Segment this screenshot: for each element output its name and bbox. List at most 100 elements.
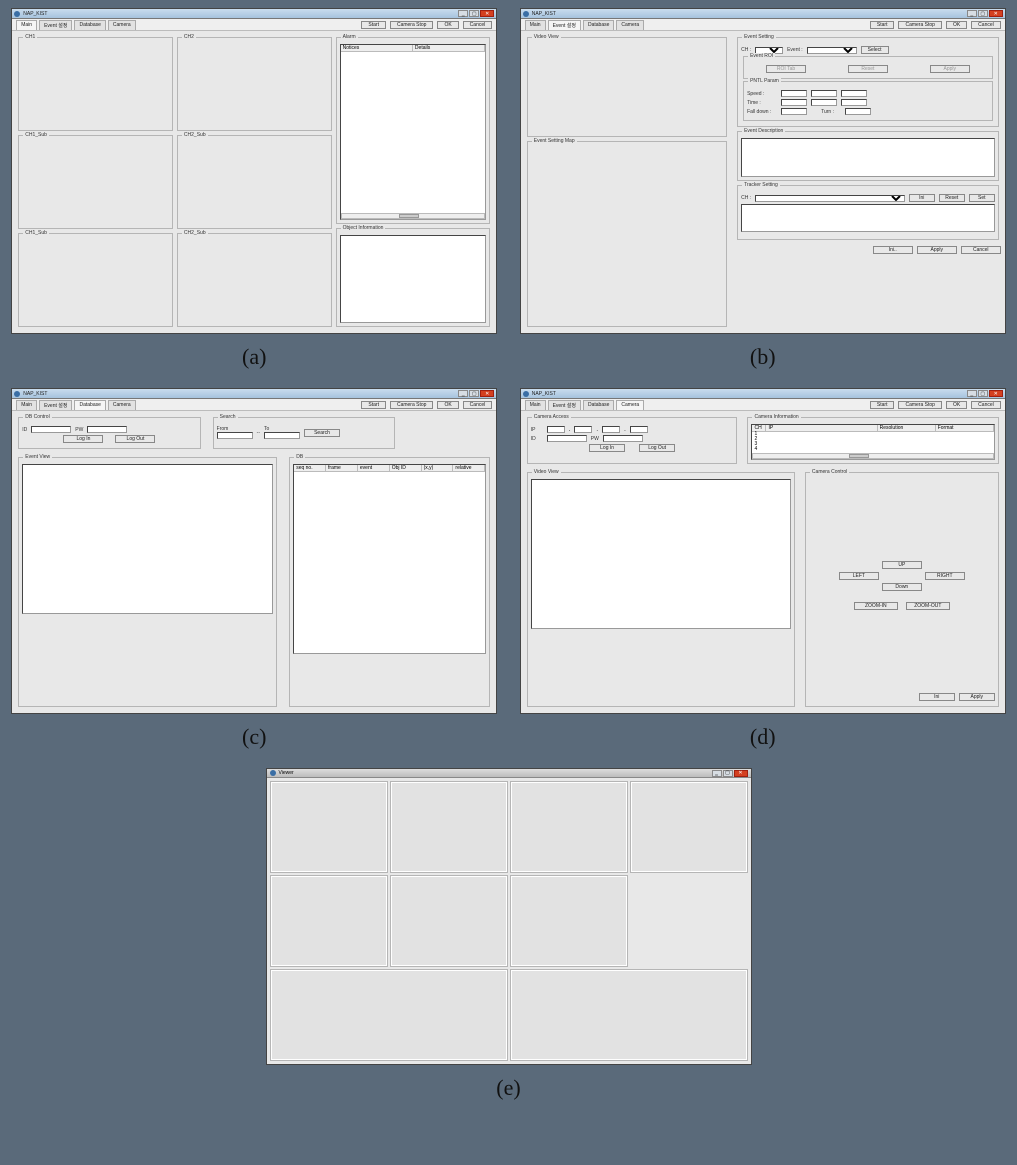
cam-col-resolution[interactable]: Resolution [878,425,936,431]
tab-event[interactable]: Event 설정 [548,20,581,30]
minimize-icon[interactable]: ‗ [967,10,977,17]
cancel-button[interactable]: Cancel [463,401,493,409]
fall-down-field[interactable] [781,108,807,115]
close-icon[interactable]: ✕ [480,390,494,397]
ip-field-4[interactable] [630,426,648,433]
roi-tab-button[interactable]: ROI Tab [766,65,806,73]
tab-database[interactable]: Database [74,400,105,410]
tab-main[interactable]: Main [525,400,546,410]
event-select[interactable] [807,47,857,54]
maximize-icon[interactable]: ▢ [978,10,988,17]
ip-field-1[interactable] [547,426,565,433]
roi-apply-button[interactable]: Apply [930,65,970,73]
ok-button[interactable]: OK [437,21,458,29]
ip-field-3[interactable] [602,426,620,433]
maximize-icon[interactable]: ▢ [978,390,988,397]
cam-info-scrollbar[interactable] [752,453,993,459]
cam-col-ip[interactable]: IP [766,425,877,431]
camera-stop-button[interactable]: Camera Stop [898,401,941,409]
db-col-frame[interactable]: frame [326,465,358,471]
minimize-icon[interactable]: ‗ [967,390,977,397]
bottom-cancel-button[interactable]: Cancel [961,246,1001,254]
start-button[interactable]: Start [361,401,386,409]
tab-database[interactable]: Database [74,20,105,30]
cancel-button[interactable]: Cancel [463,21,493,29]
zoom-out-button[interactable]: ZOOM-OUT [906,602,950,610]
time-field-1[interactable] [781,99,807,106]
maximize-icon[interactable]: ▢ [469,390,479,397]
to-field[interactable] [264,432,300,439]
cam-ini-button[interactable]: Ini [919,693,955,701]
cam-row-4[interactable]: 4 [754,447,993,452]
camera-stop-button[interactable]: Camera Stop [390,21,433,29]
maximize-icon[interactable]: ▢ [469,10,479,17]
close-icon[interactable]: ✕ [734,770,748,777]
bottom-ini-button[interactable]: Ini.. [873,246,913,254]
time-field-3[interactable] [841,99,867,106]
start-button[interactable]: Start [870,401,895,409]
tab-camera[interactable]: Camera [108,400,136,410]
tracker-ch-select[interactable] [755,195,905,202]
camera-info-table[interactable]: CH IP Resolution Format 1 2 3 4 [751,424,994,460]
tab-event[interactable]: Event 설정 [39,400,72,410]
time-field-2[interactable] [811,99,837,106]
tab-camera[interactable]: Camera [616,20,644,30]
cam-apply-button[interactable]: Apply [959,693,995,701]
close-icon[interactable]: ✕ [480,10,494,17]
tab-camera[interactable]: Camera [616,400,644,410]
maximize-icon[interactable]: ▢ [723,770,733,777]
tracker-ini-button[interactable]: Ini [909,194,935,202]
search-button[interactable]: Search [304,429,340,437]
tracker-set-button[interactable]: Set [969,194,995,202]
ip-field-2[interactable] [574,426,592,433]
speed-field-2[interactable] [811,90,837,97]
db-logout-button[interactable]: Log Out [115,435,155,443]
tab-database[interactable]: Database [583,20,614,30]
close-icon[interactable]: ✕ [989,390,1003,397]
db-table[interactable]: seq no. frame event Obj ID (x,y) relativ… [293,464,486,654]
tab-main[interactable]: Main [525,20,546,30]
minimize-icon[interactable]: ‗ [458,10,468,17]
cancel-button[interactable]: Cancel [971,401,1001,409]
db-pw-field[interactable] [87,426,127,433]
db-col-relative[interactable]: relative [453,465,485,471]
left-button[interactable]: LEFT [839,572,879,580]
down-button[interactable]: Down [882,583,922,591]
cam-id-field[interactable] [547,435,587,442]
zoom-in-button[interactable]: ZOOM-IN [854,602,898,610]
start-button[interactable]: Start [361,21,386,29]
tracker-reset-button[interactable]: Reset [939,194,965,202]
tracker-setting-panel[interactable] [741,204,995,232]
turn-field[interactable] [845,108,871,115]
db-col-xy[interactable]: (x,y) [422,465,454,471]
roi-reset-button[interactable]: Reset [848,65,888,73]
cancel-button[interactable]: Cancel [971,21,1001,29]
camera-stop-button[interactable]: Camera Stop [390,401,433,409]
alarm-col-notices[interactable]: Notices [341,45,413,51]
cam-login-button[interactable]: Log In [589,444,625,452]
start-button[interactable]: Start [870,21,895,29]
cam-logout-button[interactable]: Log Out [639,444,675,452]
ok-button[interactable]: OK [946,21,967,29]
select-button[interactable]: Select [861,46,889,54]
alarm-list[interactable]: Notices Details [340,44,487,220]
from-field[interactable] [217,432,253,439]
tab-event[interactable]: Event 설정 [39,20,72,30]
camera-stop-button[interactable]: Camera Stop [898,21,941,29]
db-col-seqno[interactable]: seq no. [294,465,326,471]
tab-main[interactable]: Main [16,400,37,410]
up-button[interactable]: UP [882,561,922,569]
close-icon[interactable]: ✕ [989,10,1003,17]
tab-event[interactable]: Event 설정 [548,400,581,410]
alarm-scrollbar[interactable] [341,213,486,219]
tab-main[interactable]: Main [16,20,37,30]
cam-pw-field[interactable] [603,435,643,442]
tab-camera[interactable]: Camera [108,20,136,30]
alarm-col-details[interactable]: Details [413,45,485,51]
tab-database[interactable]: Database [583,400,614,410]
minimize-icon[interactable]: ‗ [458,390,468,397]
right-button[interactable]: RIGHT [925,572,965,580]
speed-field-3[interactable] [841,90,867,97]
speed-field-1[interactable] [781,90,807,97]
minimize-icon[interactable]: ‗ [712,770,722,777]
